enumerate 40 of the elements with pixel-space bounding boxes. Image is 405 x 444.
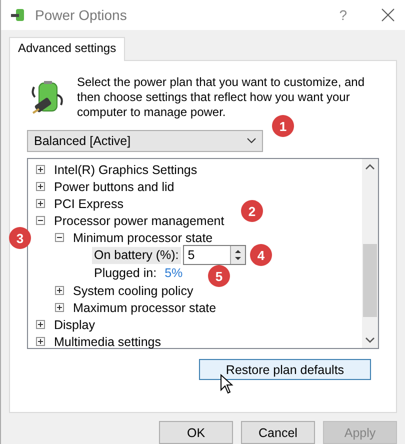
tree-item[interactable]: Display <box>54 318 95 332</box>
window-title: Power Options <box>35 7 128 23</box>
power-plan-dropdown[interactable]: Balanced [Active] <box>27 130 263 152</box>
scroll-thumb[interactable] <box>363 244 377 317</box>
help-button[interactable]: ? <box>335 7 351 23</box>
restore-defaults-button[interactable]: Restore plan defaults <box>199 359 371 380</box>
spin-arrows-icon[interactable] <box>230 246 245 264</box>
callout-badge: 3 <box>9 227 31 249</box>
tree-item[interactable]: System cooling policy <box>73 284 194 298</box>
tree-item[interactable]: Multimedia settings <box>54 334 161 348</box>
dialog-button[interactable]: OK <box>159 421 233 444</box>
collapse-icon[interactable] <box>36 216 45 225</box>
value-spinner[interactable]: 5 <box>182 245 246 265</box>
caret-icon <box>247 138 256 144</box>
tree-item[interactable]: Maximum processor state <box>73 300 216 314</box>
expand-icon[interactable] <box>55 286 64 295</box>
tab[interactable]: Advanced settings <box>9 37 126 61</box>
callout-badge: 1 <box>272 115 294 137</box>
expand-icon[interactable] <box>36 165 45 174</box>
cursor-icon <box>220 374 234 394</box>
setting-label: Plugged in: <box>93 265 158 282</box>
scrollbar[interactable] <box>362 159 378 348</box>
callout-badge: 2 <box>241 200 263 222</box>
callout-badge: 4 <box>250 244 272 266</box>
tree-item[interactable]: PCI Express <box>54 196 124 210</box>
tree-item[interactable]: Minimum processor state <box>73 230 213 244</box>
close-icon[interactable] <box>381 8 395 22</box>
dialog-button[interactable]: Cancel <box>241 421 315 444</box>
expand-icon[interactable] <box>36 182 45 191</box>
expand-icon[interactable] <box>55 303 64 312</box>
tree-item[interactable]: Processor power management <box>54 214 224 228</box>
tree-item[interactable]: Power buttons and lid <box>54 180 174 194</box>
expand-icon[interactable] <box>36 320 45 329</box>
value-link[interactable]: 5% <box>164 266 183 280</box>
tree-item[interactable]: Intel(R) Graphics Settings <box>54 162 198 176</box>
expand-icon[interactable] <box>36 337 45 346</box>
callout-badge: 5 <box>208 265 230 287</box>
expand-icon[interactable] <box>36 199 45 208</box>
collapse-icon[interactable] <box>55 233 64 242</box>
setting-label: On battery (%): <box>92 246 181 264</box>
